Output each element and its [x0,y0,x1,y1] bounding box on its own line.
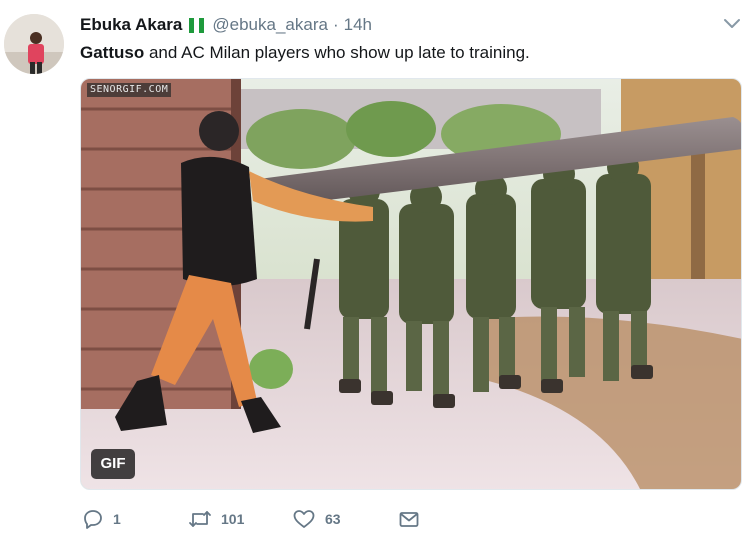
like-count: 63 [325,511,341,527]
tweet-header: Ebuka Akara @ebuka_akara · 14h [80,14,372,36]
like-button[interactable]: 63 [292,506,341,532]
timestamp[interactable]: 14h [344,15,372,35]
tweet-text-bold: Gattuso [80,43,145,62]
watermark: SENORGIF.COM [87,83,172,97]
retweet-button[interactable]: 101 [188,506,244,532]
avatar-image [4,14,64,74]
nigeria-flag-icon [189,17,205,33]
envelope-icon [398,508,420,530]
author-handle[interactable]: @ebuka_akara [212,15,328,35]
heart-icon [292,508,316,530]
tweet: Ebuka Akara @ebuka_akara · 14h Gattuso a… [0,0,750,540]
direct-message-button[interactable] [398,506,420,532]
gif-frame-image [81,79,741,489]
gif-badge: GIF [91,449,135,479]
author-name[interactable]: Ebuka Akara [80,15,182,35]
tweet-text-rest: and AC Milan players who show up late to… [144,43,530,62]
media-gif[interactable]: SENORGIF.COM GIF [80,78,742,490]
avatar[interactable] [4,14,64,74]
separator-dot: · [332,15,339,34]
tweet-text: Gattuso and AC Milan players who show up… [80,42,530,64]
reply-count: 1 [113,511,121,527]
retweet-icon [188,508,212,530]
reply-icon [82,508,104,530]
reply-button[interactable]: 1 [82,506,121,532]
chevron-down-icon[interactable] [722,14,742,34]
retweet-count: 101 [221,511,245,527]
